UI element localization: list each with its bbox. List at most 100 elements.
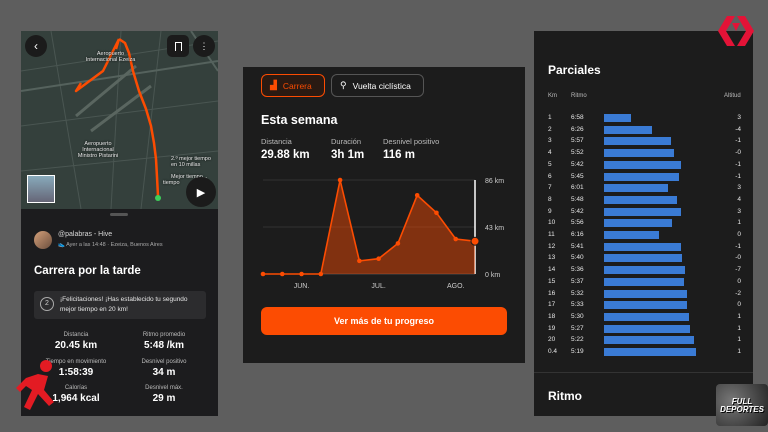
y-tick-label: 0 km [485, 272, 500, 279]
split-elevation: -1 [735, 137, 741, 145]
split-pace-bar [604, 301, 687, 310]
split-pace: 5:40 [571, 254, 584, 262]
split-elevation: -1 [735, 242, 741, 250]
col-header-km: Km [548, 93, 557, 99]
stat-label: Distancia [63, 332, 89, 338]
split-pace-bar [604, 160, 681, 169]
chart-point-current[interactable] [470, 236, 480, 246]
col-header-pace: Ritmo [571, 93, 587, 99]
chart-point[interactable] [453, 236, 459, 242]
tab-run[interactable]: ▟ Carrera [261, 74, 325, 97]
avatar[interactable] [34, 231, 52, 249]
split-elevation: -1 [735, 160, 741, 168]
achievement-card[interactable]: 2 ¡Felicitaciones! ¡Has establecido tu s… [34, 291, 206, 319]
split-row: 9 5:42 3 [534, 207, 753, 218]
split-elevation: -0 [735, 149, 741, 157]
split-pace-bar [604, 336, 694, 345]
split-row: 0.4 5:19 1 [534, 347, 753, 358]
split-pace-bar [604, 242, 682, 251]
activity-meta: 👟 Ayer a las 14:48 · Ezeiza, Buenos Aire… [58, 242, 163, 248]
chart-point[interactable] [357, 258, 362, 264]
stat-value: 34 m [152, 367, 176, 378]
split-elevation: -2 [735, 289, 741, 297]
metric-value: 3h 1m [331, 149, 365, 161]
hive-logo-icon [718, 16, 754, 46]
view-progress-button[interactable]: Ver más de tu progreso [261, 307, 507, 335]
split-km: 11 [548, 231, 555, 238]
split-elevation: 1 [737, 348, 741, 355]
split-pace-bar [604, 254, 682, 263]
split-pace: 6:26 [571, 125, 584, 133]
split-pace: 5:32 [571, 289, 584, 297]
split-row: 20 5:22 1 [534, 335, 753, 346]
split-pace-bar [604, 114, 632, 122]
split-row: 19 5:27 1 [534, 324, 753, 335]
split-elevation: -7 [735, 266, 741, 274]
athlete-name[interactable]: @palabras - Hive [58, 231, 112, 238]
split-pace: 5:45 [571, 172, 584, 180]
chart-point[interactable] [434, 210, 439, 216]
split-km: 6 [548, 172, 552, 180]
chart-point[interactable] [299, 271, 304, 277]
chart-point[interactable] [279, 271, 285, 277]
chart-x-ticks: JUN. JUL. AGO. [294, 283, 465, 290]
photo-thumbnail[interactable] [27, 175, 55, 203]
back-button[interactable]: ‹ [25, 35, 47, 57]
full-deportes-text: FULL DEPORTES [720, 397, 764, 414]
bookmark-button[interactable] [167, 35, 189, 57]
split-row: 10 5:56 1 [534, 218, 753, 229]
bike-icon: ⚲ [340, 80, 347, 90]
tab-run-label: Carrera [282, 80, 312, 91]
chart-point[interactable] [260, 271, 266, 277]
split-km: 1 [548, 114, 552, 121]
full-deportes-logo: FULL DEPORTES [716, 384, 768, 426]
chart-point[interactable] [318, 271, 324, 277]
split-pace-bar [604, 219, 672, 228]
split-pace: 5:36 [571, 266, 584, 274]
more-options-button[interactable]: ⋮ [193, 35, 215, 57]
split-pace-bar [604, 312, 689, 321]
chart-point[interactable] [376, 256, 381, 261]
week-heading: Esta semana [261, 113, 338, 127]
chart-point[interactable] [414, 193, 420, 198]
split-row: 7 6:01 3 [534, 183, 753, 194]
split-elevation: 3 [737, 114, 741, 121]
play-flyover-button[interactable]: ▶ [186, 177, 216, 207]
stat-label: Desnivel positivo [141, 359, 187, 365]
split-pace: 6:16 [571, 231, 584, 238]
split-pace-bar [604, 137, 671, 146]
split-pace: 5:42 [571, 207, 584, 215]
tab-ride[interactable]: ⚲ Vuelta ciclística [331, 74, 424, 97]
map-label-pistarini: Aeropuerto Internacional Ministro Pistar… [77, 141, 119, 159]
chart-point[interactable] [337, 177, 343, 183]
x-tick-label: JUN. [294, 283, 310, 290]
chart-y-ticks: 86 km 43 km 0 km [485, 178, 504, 279]
stat-value: 20.45 km [54, 340, 98, 351]
split-pace: 5:27 [571, 324, 584, 332]
split-pace-bar [604, 172, 679, 181]
map-label-ezeiza: Aeropuerto Internacional Ezeiza [85, 51, 136, 63]
split-row: 11 6:16 0 [534, 230, 753, 241]
split-km: 2 [548, 125, 552, 133]
split-km: 0.4 [548, 348, 558, 355]
split-elevation: 0 [737, 231, 741, 238]
route-map[interactable]: ‹ ⋮ Aeropuerto Internacional Ezeiza Aero… [21, 31, 218, 209]
split-row: 17 5:33 0 [534, 300, 753, 311]
split-pace: 5:30 [571, 312, 584, 320]
metric-label: Desnivel positivo [383, 137, 440, 146]
metric-value: 29.88 km [261, 149, 310, 161]
sheet-handle[interactable] [110, 213, 128, 216]
split-elevation: 3 [737, 184, 741, 192]
chart-point[interactable] [395, 241, 401, 246]
split-elevation: 0 [737, 301, 741, 309]
split-elevation: 1 [737, 336, 741, 344]
weekly-distance-chart[interactable]: 86 km 43 km 0 km JUN. JUL. AGO. [243, 172, 525, 302]
stat-value: 29 m [152, 393, 176, 404]
split-pace: 6:01 [571, 184, 584, 192]
split-row: 5 5:42 -1 [534, 160, 753, 171]
stat-label: Ritmo promedio [142, 332, 186, 338]
split-elevation: 1 [737, 324, 741, 332]
runner-logo-icon [16, 360, 54, 410]
col-header-elevation: Altitud [724, 93, 741, 99]
split-pace-bar [604, 149, 675, 158]
